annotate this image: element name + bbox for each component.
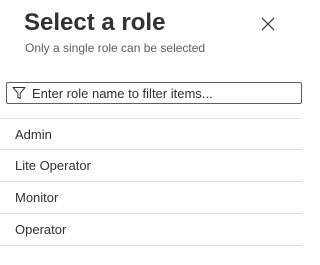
role-label: Lite Operator	[15, 158, 91, 173]
filter-icon	[11, 85, 27, 101]
role-label: Admin	[15, 126, 52, 142]
close-button[interactable]	[256, 12, 280, 36]
role-item-lite-operator[interactable]: Lite Operator	[0, 150, 302, 182]
role-item-operator[interactable]: Operator	[0, 214, 302, 246]
role-item-monitor[interactable]: Monitor	[0, 182, 302, 214]
close-icon	[261, 17, 275, 31]
role-list: Admin Lite Operator Monitor Operator	[0, 118, 305, 246]
panel-title: Select a role	[24, 9, 166, 36]
role-label: Operator	[15, 222, 67, 237]
filter-field[interactable]	[6, 82, 302, 104]
filter-input[interactable]	[27, 84, 292, 102]
role-label: Monitor	[15, 190, 59, 205]
role-item-admin[interactable]: Admin	[0, 118, 302, 150]
select-role-panel: Select a role Only a single role can be …	[0, 0, 305, 265]
panel-subtitle: Only a single role can be selected	[25, 41, 206, 55]
